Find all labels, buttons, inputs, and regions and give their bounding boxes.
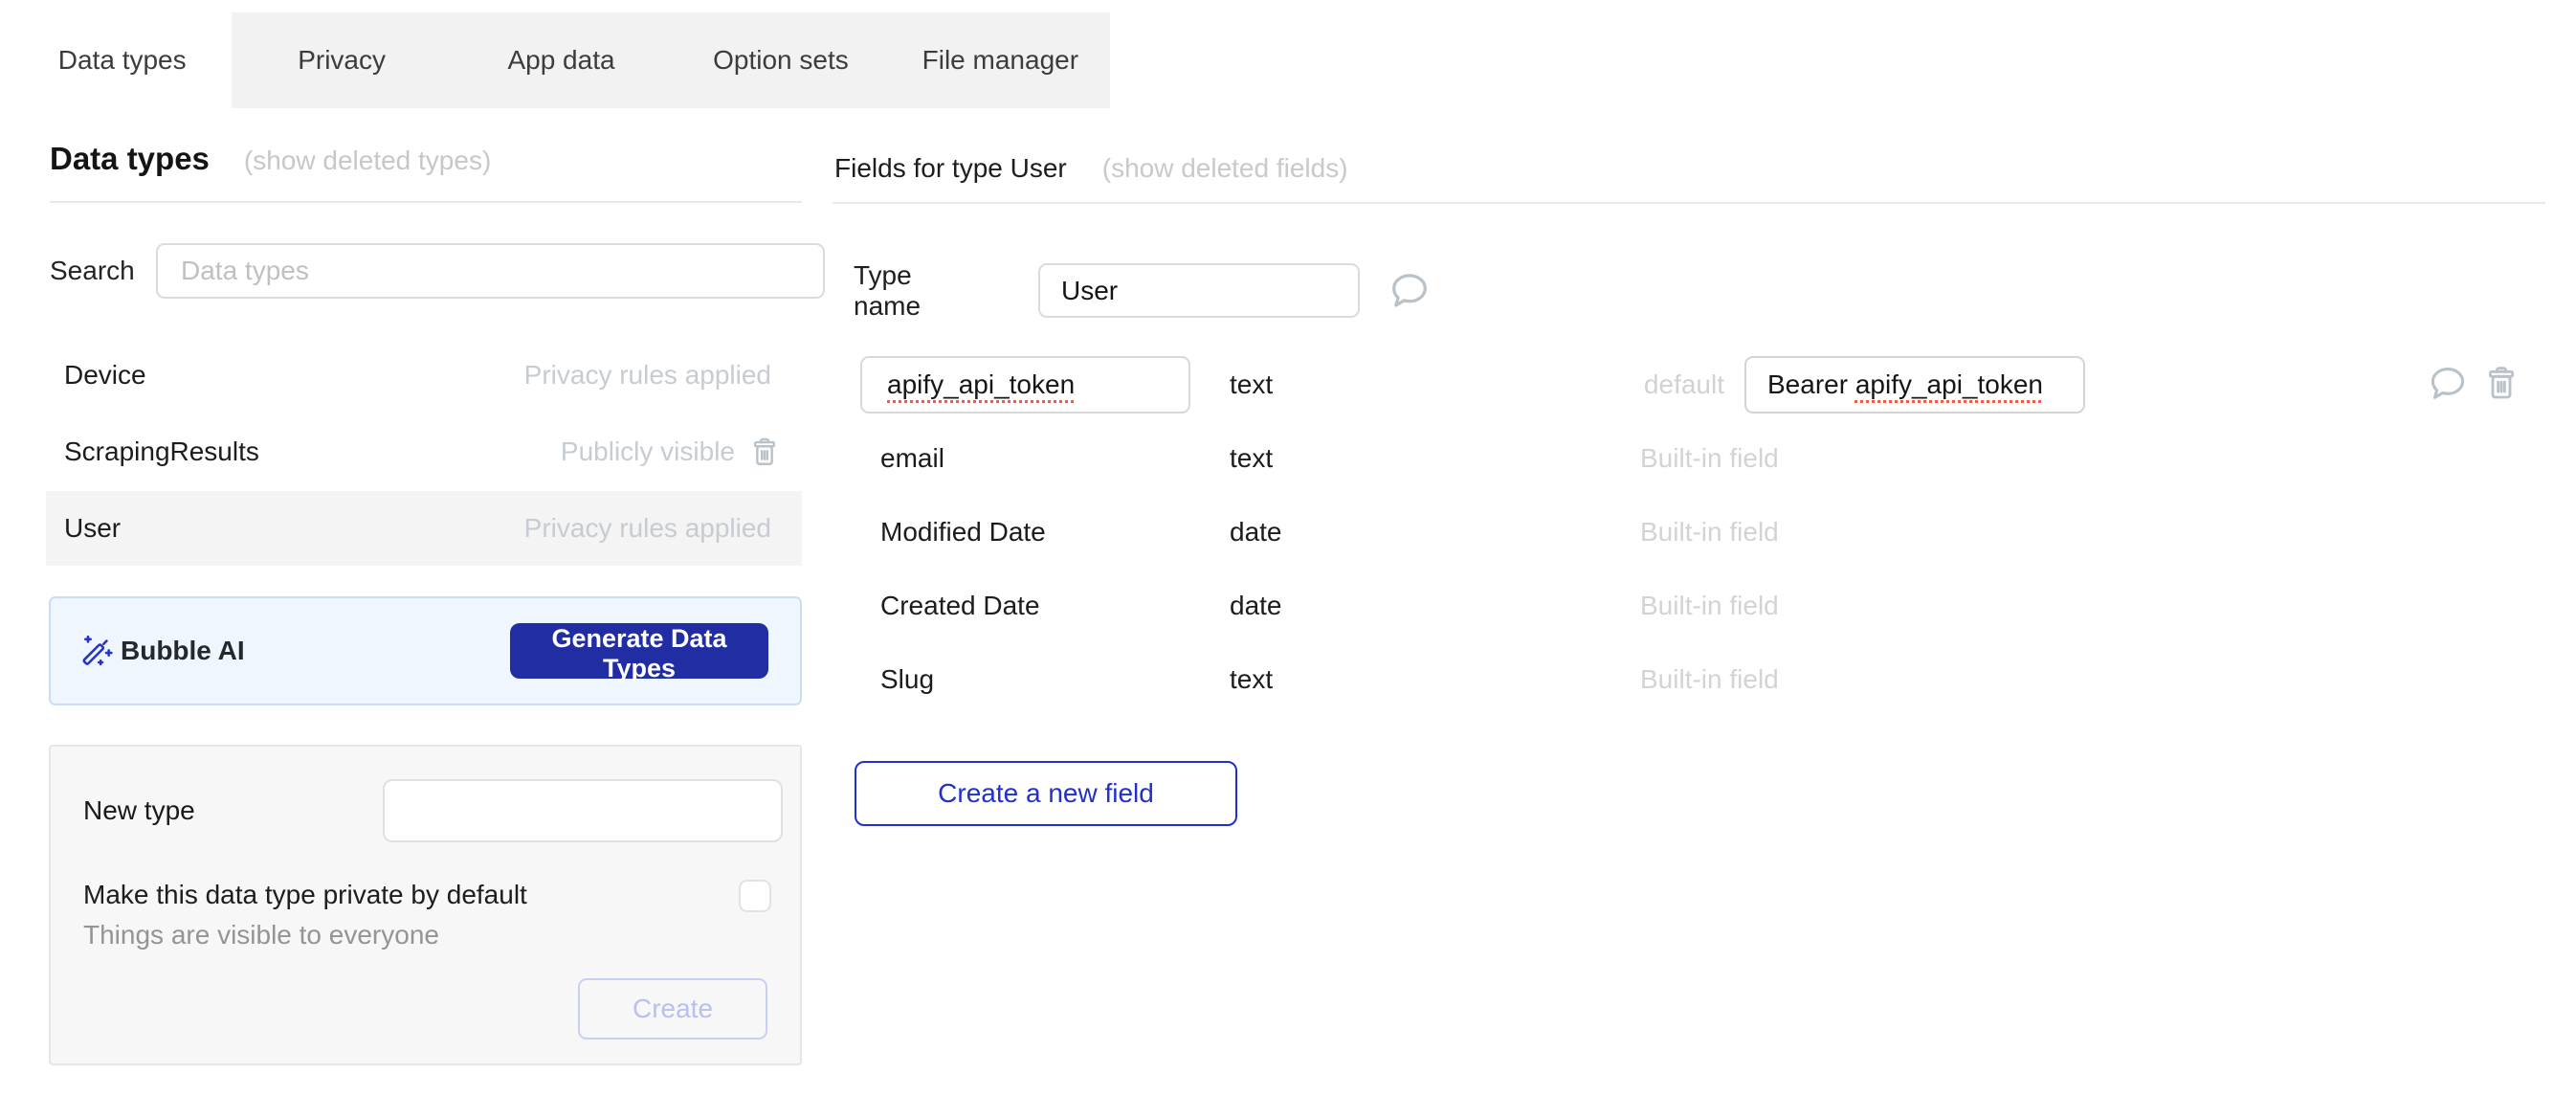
field-type-label: text: [1230, 356, 1273, 414]
create-new-field-button[interactable]: Create a new field: [855, 761, 1237, 826]
tab-privacy[interactable]: Privacy: [232, 12, 451, 108]
data-type-row-user[interactable]: User Privacy rules applied: [46, 491, 802, 566]
field-name-value: apify_api_token: [887, 369, 1075, 400]
type-name-label: Type name: [854, 263, 921, 318]
field-row-slug: Slug text Built-in field: [833, 651, 2545, 708]
data-type-name: Device: [64, 360, 146, 391]
field-row-apify_api_token: apify_api_token text default Bearer apify_a…: [833, 356, 2545, 414]
tab-file-manager[interactable]: File manager: [891, 12, 1110, 108]
data-type-row-device[interactable]: Device Privacy rules applied: [46, 338, 802, 413]
data-section-tabbar: Data typesPrivacyApp dataOption setsFile…: [12, 12, 1110, 108]
show-deleted-types-link[interactable]: (show deleted types): [244, 145, 491, 176]
search-input[interactable]: [156, 243, 825, 299]
field-default-input[interactable]: Bearer apify_api_token: [1744, 356, 2085, 414]
page-title: Data types: [50, 141, 210, 177]
new-type-panel: New type Make this data type private by …: [49, 745, 802, 1065]
field-name-label: Slug: [880, 651, 934, 708]
field-name-input[interactable]: apify_api_token: [860, 356, 1190, 414]
visibility-hint: Things are visible to everyone: [83, 920, 439, 950]
default-value-token: apify_api_token: [1855, 369, 2043, 400]
type-name-input[interactable]: [1038, 263, 1360, 318]
field-type-label: text: [1230, 430, 1273, 487]
tab-option-sets[interactable]: Option sets: [671, 12, 890, 108]
default-label: default: [1569, 356, 1724, 414]
tab-data-types[interactable]: Data types: [12, 12, 232, 108]
field-name-label: email: [880, 430, 944, 487]
new-type-input[interactable]: [383, 779, 783, 842]
field-type-label: text: [1230, 651, 1273, 708]
builtin-field-label: Built-in field: [1640, 430, 1779, 487]
wand-sparkles-icon: [78, 633, 115, 669]
builtin-field-label: Built-in field: [1640, 577, 1779, 635]
field-row-email: email text Built-in field: [833, 430, 2545, 487]
search-row: Search: [50, 243, 802, 299]
privacy-status-label: Privacy rules applied: [524, 360, 771, 391]
comment-bubble-icon[interactable]: [1388, 269, 1432, 313]
data-types-header: Data types (show deleted types): [50, 141, 802, 177]
bubble-ai-label: Bubble AI: [121, 598, 245, 704]
right-panel-divider: [833, 202, 2545, 204]
data-type-name: ScrapingResults: [64, 436, 259, 467]
field-name-label: Created Date: [880, 577, 1040, 635]
private-by-default-checkbox[interactable]: [739, 880, 771, 912]
builtin-field-label: Built-in field: [1640, 651, 1779, 708]
field-type-label: date: [1230, 503, 1282, 561]
default-value-prefix: Bearer: [1767, 369, 1855, 400]
data-type-row-scrapingresults[interactable]: ScrapingResults Publicly visible: [46, 414, 802, 489]
trash-icon[interactable]: [748, 436, 781, 468]
field-row-created-date: Created Date date Built-in field: [833, 577, 2545, 635]
create-type-button[interactable]: Create: [578, 978, 767, 1040]
trash-icon[interactable]: [2482, 364, 2520, 402]
show-deleted-fields-link[interactable]: (show deleted fields): [1102, 153, 1348, 184]
tab-app-data[interactable]: App data: [452, 12, 671, 108]
new-type-label: New type: [83, 779, 195, 842]
left-panel-divider: [50, 201, 802, 203]
builtin-field-label: Built-in field: [1640, 503, 1779, 561]
comment-bubble-icon[interactable]: [2427, 363, 2469, 405]
field-row-modified-date: Modified Date date Built-in field: [833, 503, 2545, 561]
generate-data-types-button[interactable]: Generate Data Types: [510, 623, 768, 679]
fields-header: Fields for type User (show deleted field…: [834, 153, 1348, 184]
field-type-label: date: [1230, 577, 1282, 635]
field-name-label: Modified Date: [880, 503, 1046, 561]
private-by-default-label: Make this data type private by default: [83, 880, 527, 910]
data-type-name: User: [64, 513, 121, 544]
bubble-data-tab-page: Data typesPrivacyApp dataOption setsFile…: [0, 0, 2576, 1118]
privacy-status-label: Publicly visible: [561, 436, 735, 467]
fields-title: Fields for type User: [834, 153, 1067, 184]
privacy-status-label: Privacy rules applied: [524, 513, 771, 544]
bubble-ai-panel: Bubble AI Generate Data Types: [49, 596, 802, 705]
search-label: Search: [50, 243, 135, 299]
